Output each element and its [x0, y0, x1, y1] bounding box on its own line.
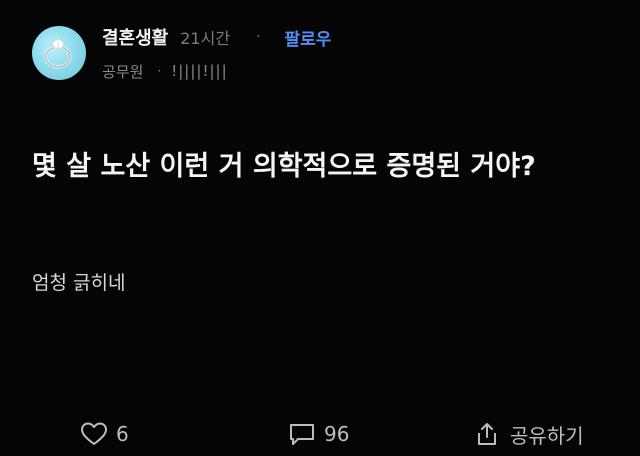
company-label: 공무원	[102, 62, 144, 81]
ring-icon	[44, 37, 72, 69]
like-button[interactable]: 6	[80, 416, 129, 452]
share-button[interactable]: 공유하기	[474, 416, 584, 452]
author-line: 결혼생활 21시간 · 팔로우	[102, 24, 331, 50]
post-title: 몇 살 노산 이런 거 의학적으로 증명된 거야?	[32, 151, 536, 182]
post-time: 21시간	[180, 29, 231, 48]
like-count: 6	[116, 422, 129, 446]
post-actions: 6 96 공유하기	[0, 416, 640, 452]
post-header: 결혼생활 21시간 · 팔로우 공무원 · !||||!|||	[32, 24, 592, 84]
avatar[interactable]	[32, 26, 86, 80]
follow-button[interactable]: 팔로우	[285, 25, 332, 50]
share-label: 공유하기	[510, 423, 584, 448]
separator-dot: ·	[256, 29, 261, 45]
meta-separator-dot: ·	[157, 64, 162, 78]
comment-button[interactable]: 96	[288, 416, 349, 452]
author-name[interactable]: 결혼생활	[102, 24, 168, 50]
share-icon	[478, 423, 496, 445]
author-nickname: !||||!|||	[171, 62, 228, 80]
comment-count: 96	[324, 422, 350, 446]
comment-icon	[290, 424, 314, 445]
post-body: 엄청 긁히네	[32, 272, 126, 294]
post-card: 결혼생활 21시간 · 팔로우 공무원 · !||||!||| 몇 살 노산 이…	[0, 0, 640, 456]
author-meta: 공무원 · !||||!|||	[102, 60, 228, 82]
heart-icon	[81, 422, 107, 445]
